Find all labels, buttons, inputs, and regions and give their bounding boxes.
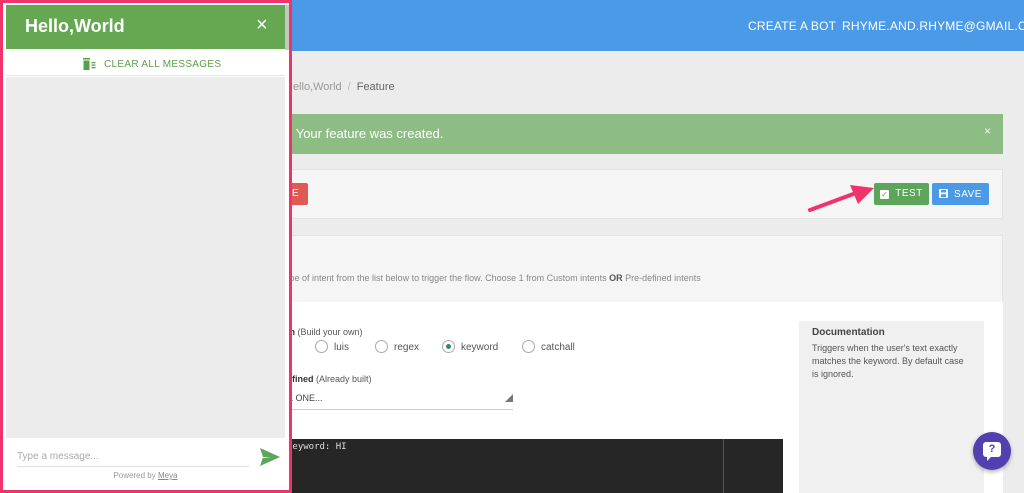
predefined-intent-select[interactable]: E ONE...	[287, 388, 513, 410]
radio-label: luis	[334, 342, 350, 353]
breadcrumb-parent[interactable]: Hello,World	[285, 81, 342, 93]
send-icon[interactable]	[260, 448, 280, 466]
hint-text: ype of intent from the list below to tri…	[285, 273, 610, 283]
code-line: keyword: HI	[287, 442, 347, 452]
delete-button-label: E	[291, 188, 299, 199]
create-bot-link[interactable]: CREATE A BOT	[748, 19, 836, 33]
hint-or: OR	[609, 273, 623, 283]
powered-by-text: Powered by	[113, 471, 156, 480]
radio-regex[interactable]: regex	[375, 340, 419, 353]
powered-by: Powered by Meya	[6, 471, 285, 480]
predefined-label-rest: (Already built)	[313, 374, 372, 384]
chat-header: Hello,World ×	[6, 5, 285, 49]
help-chat-button[interactable]: ?	[973, 432, 1011, 470]
trash-icon	[83, 58, 96, 70]
radio-circle	[315, 340, 328, 353]
intent-hint: ype of intent from the list below to tri…	[285, 273, 701, 283]
clear-all-label: CLEAR ALL MESSAGES	[104, 59, 222, 70]
test-button[interactable]: ✓ TEST	[874, 183, 929, 205]
success-alert: cess! Your feature was created. ×	[262, 114, 1003, 154]
user-menu[interactable]: RHYME.AND.RHYME@GMAIL.COM▾	[842, 19, 1024, 33]
test-button-label: TEST	[895, 188, 923, 199]
radio-label: keyword	[461, 342, 499, 353]
radio-label: catchall	[541, 342, 575, 353]
breadcrumb-current: Feature	[356, 81, 395, 93]
floppy-disk-icon	[939, 183, 949, 205]
documentation-title: Documentation	[812, 327, 885, 338]
radio-circle-selected	[442, 340, 455, 353]
documentation-box: Documentation Triggers when the user's t…	[799, 321, 984, 493]
meya-link[interactable]: Meya	[158, 471, 178, 480]
documentation-text: Triggers when the user's text exactly ma…	[812, 343, 964, 379]
check-square-icon: ✓	[880, 190, 890, 199]
annotation-arrow	[808, 185, 874, 212]
question-bubble-icon: ?	[983, 442, 1001, 461]
message-input[interactable]	[17, 447, 249, 467]
editor-print-margin	[723, 439, 724, 493]
custom-intents-label: m (Build your own)	[287, 327, 363, 337]
alert-close-icon[interactable]: ×	[984, 124, 991, 138]
radio-label: regex	[394, 342, 420, 353]
predefined-intents-label: efined (Already built)	[287, 374, 372, 384]
select-arrow-icon	[505, 394, 513, 402]
radio-circle	[375, 340, 388, 353]
save-button-label: SAVE	[954, 189, 982, 200]
clear-all-messages-button[interactable]: CLEAR ALL MESSAGES	[6, 50, 285, 76]
breadcrumb-separator: /	[347, 81, 351, 93]
radio-circle	[522, 340, 535, 353]
hint-text-end: Pre-defined intents	[622, 273, 701, 283]
feature-toolbar: E ✓ TEST SAVE	[262, 169, 1003, 219]
user-email: RHYME.AND.RHYME@GMAIL.COM	[842, 19, 1024, 33]
intent-panel: ype of intent from the list below to tri…	[262, 235, 1003, 493]
select-value: E ONE...	[287, 393, 323, 403]
chat-message-area	[6, 77, 285, 438]
code-editor[interactable]: keyword: HI	[287, 439, 783, 493]
close-icon[interactable]: ×	[256, 15, 268, 35]
chat-title: Hello,World	[25, 16, 125, 36]
chat-widget: Hello,World × CLEAR ALL MESSAGES Powered…	[0, 0, 292, 493]
custom-label-rest: (Build your own)	[295, 327, 363, 337]
radio-catchall[interactable]: catchall	[522, 340, 575, 353]
radio-keyword[interactable]: keyword	[442, 340, 498, 353]
chat-scrollbar[interactable]	[285, 5, 289, 50]
breadcrumb: Hello,World / Feature	[285, 81, 395, 93]
chat-footer: Powered by Meya	[6, 438, 285, 488]
radio-luis[interactable]: luis	[315, 340, 349, 353]
save-button[interactable]: SAVE	[932, 183, 989, 205]
